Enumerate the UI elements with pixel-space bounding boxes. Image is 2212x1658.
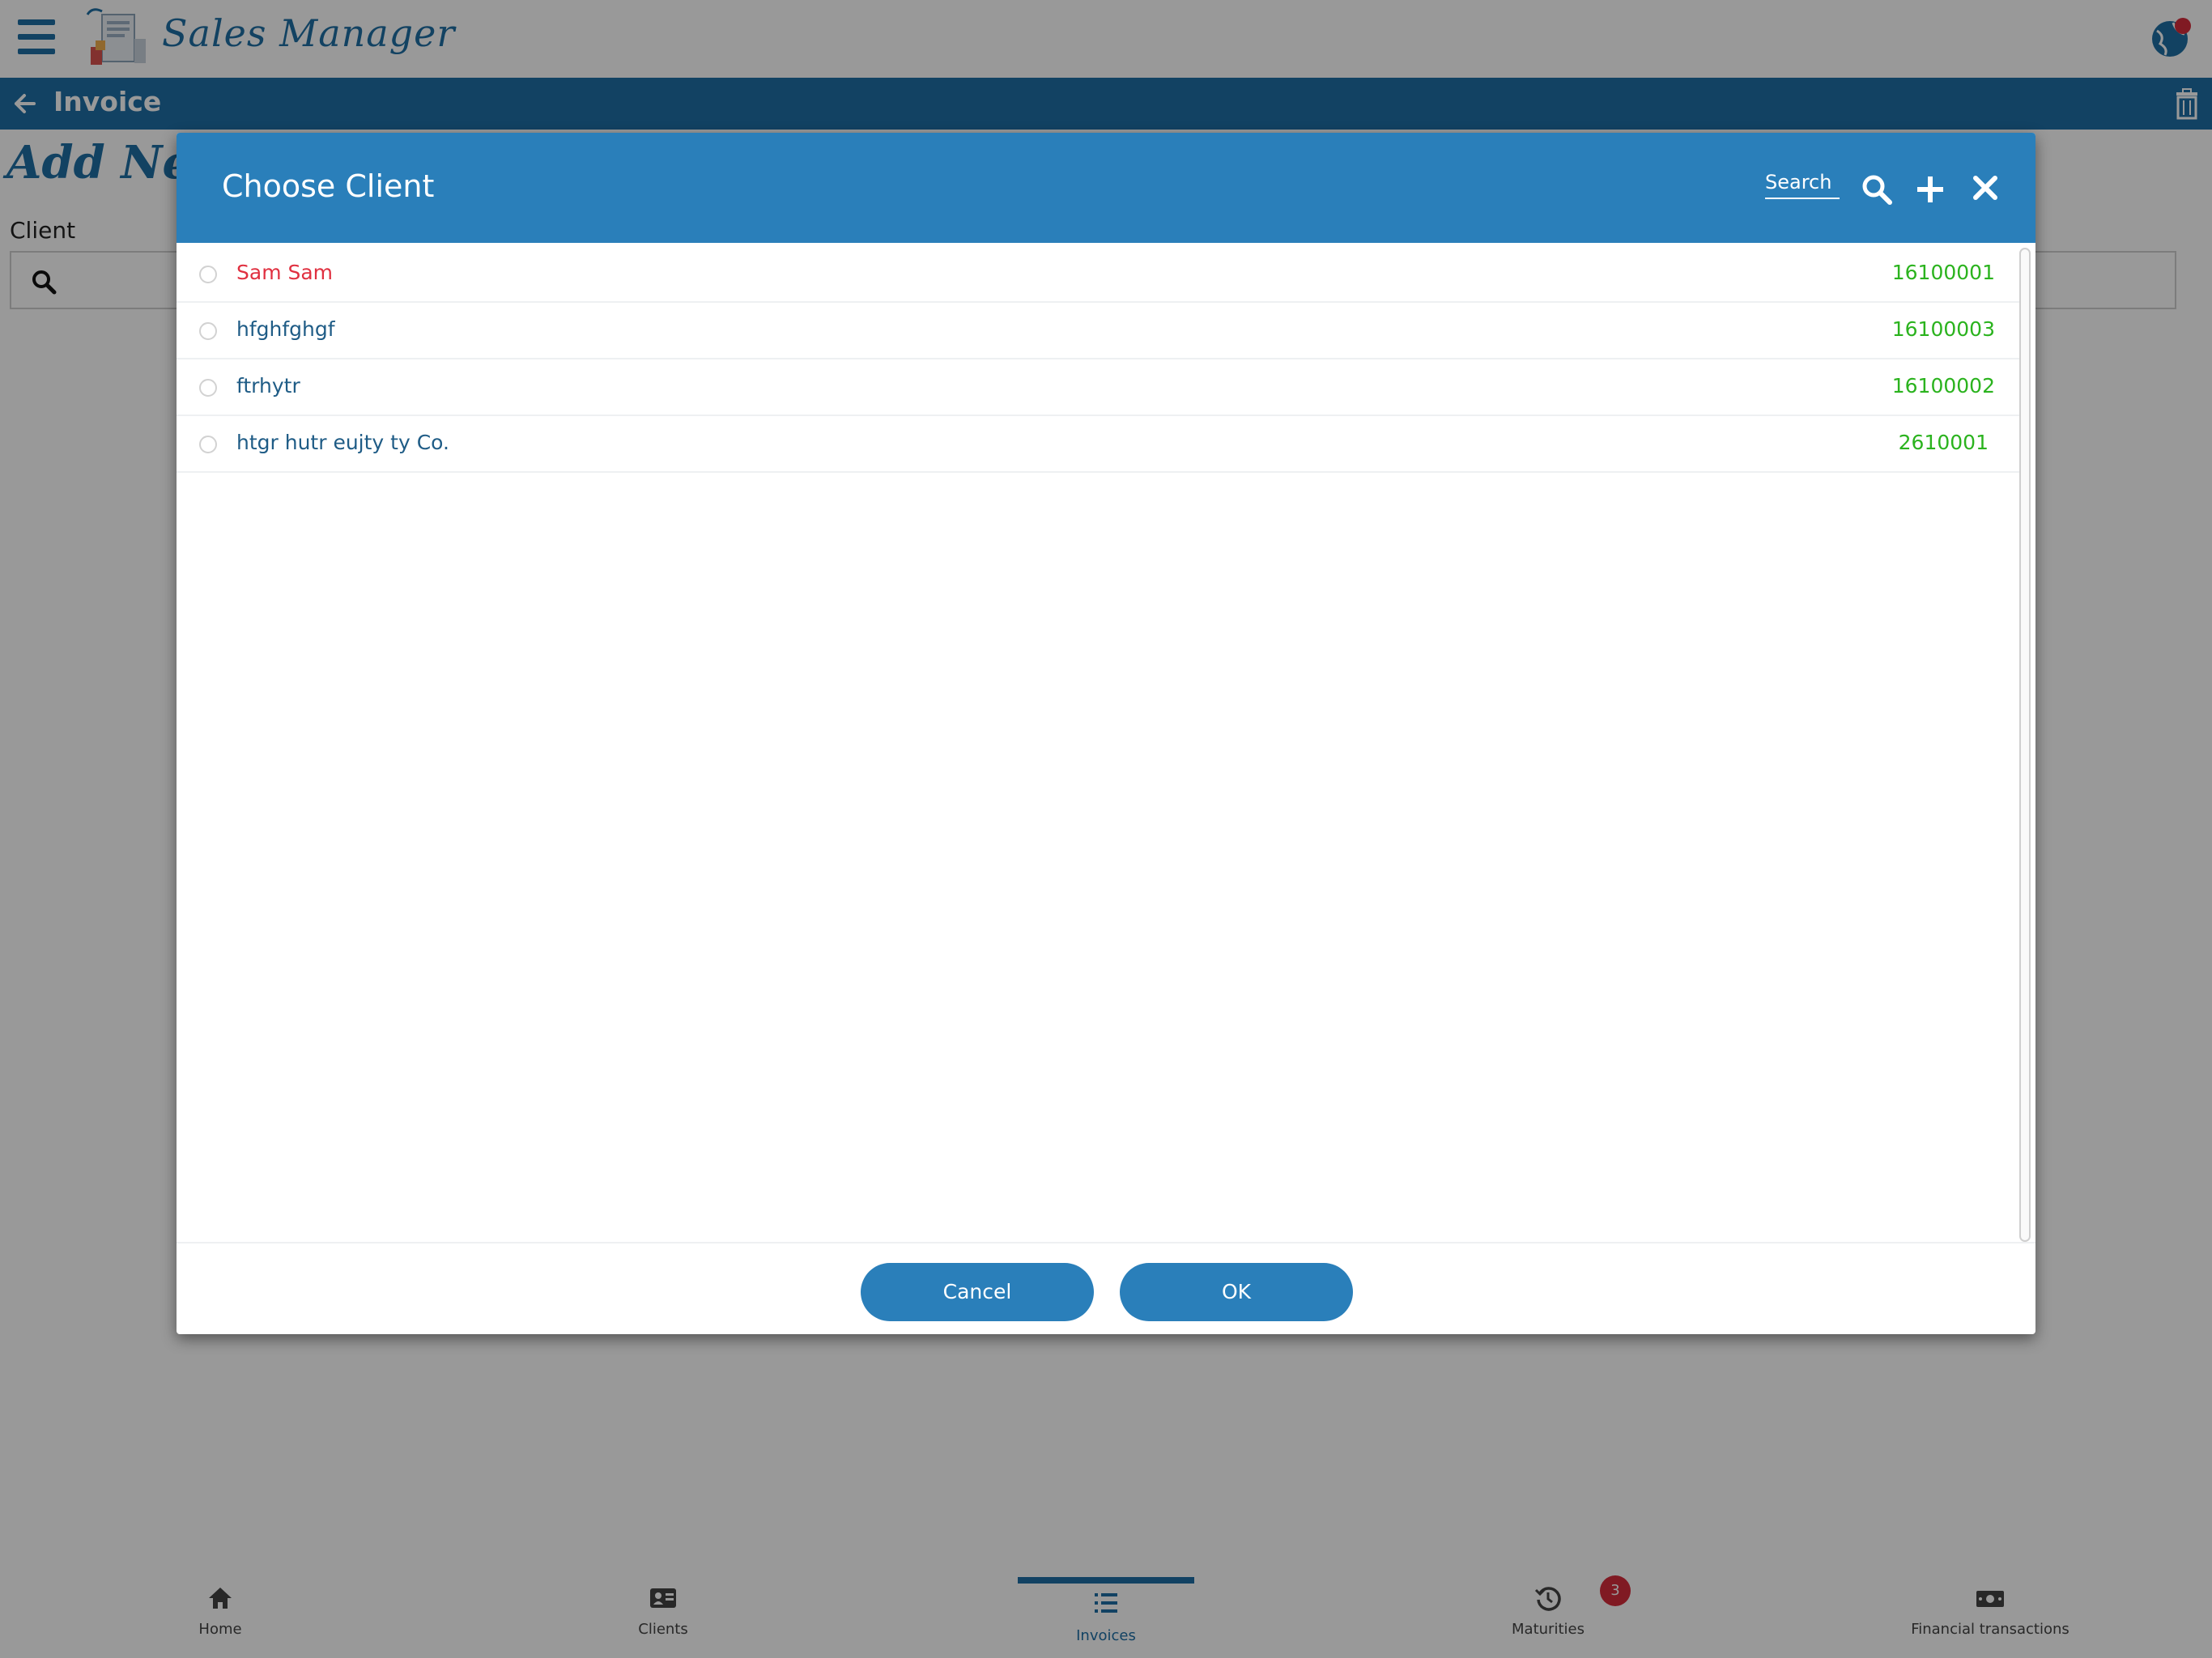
choose-client-dialog: Choose Client Sam Sam 16100001 hfghfghgf… — [177, 133, 2035, 1334]
client-code: 16100001 — [1891, 261, 1995, 284]
client-list: Sam Sam 16100001 hfghfghgf 16100003 ftrh… — [177, 246, 2019, 1334]
client-code: 2610001 — [1898, 431, 1989, 454]
list-item[interactable]: hfghfghgf 16100003 — [177, 303, 2019, 359]
add-icon[interactable] — [1914, 173, 1946, 206]
search-icon[interactable] — [1861, 173, 1893, 206]
radio-button[interactable] — [199, 436, 217, 453]
dialog-footer-divider — [177, 1242, 2035, 1244]
client-name: Sam Sam — [236, 261, 334, 284]
close-icon[interactable] — [1969, 172, 2001, 204]
cancel-button[interactable]: Cancel — [861, 1263, 1094, 1321]
radio-button[interactable] — [199, 266, 217, 283]
list-item[interactable]: Sam Sam 16100001 — [177, 246, 2019, 303]
dialog-title: Choose Client — [222, 168, 435, 204]
radio-button[interactable] — [199, 322, 217, 340]
ok-button[interactable]: OK — [1120, 1263, 1353, 1321]
client-code: 16100003 — [1891, 317, 1995, 341]
dialog-header: Choose Client — [177, 133, 2035, 243]
list-item[interactable]: ftrhytr 16100002 — [177, 359, 2019, 416]
list-item[interactable]: htgr hutr eujty ty Co. 2610001 — [177, 416, 2019, 473]
dialog-search-input[interactable] — [1765, 167, 1840, 199]
client-name: htgr hutr eujty ty Co. — [236, 431, 449, 454]
client-name: hfghfghgf — [236, 317, 335, 341]
client-code: 16100002 — [1891, 374, 1995, 397]
radio-button[interactable] — [199, 379, 217, 397]
client-name: ftrhytr — [236, 374, 300, 397]
list-scrollbar[interactable] — [2019, 248, 2031, 1242]
